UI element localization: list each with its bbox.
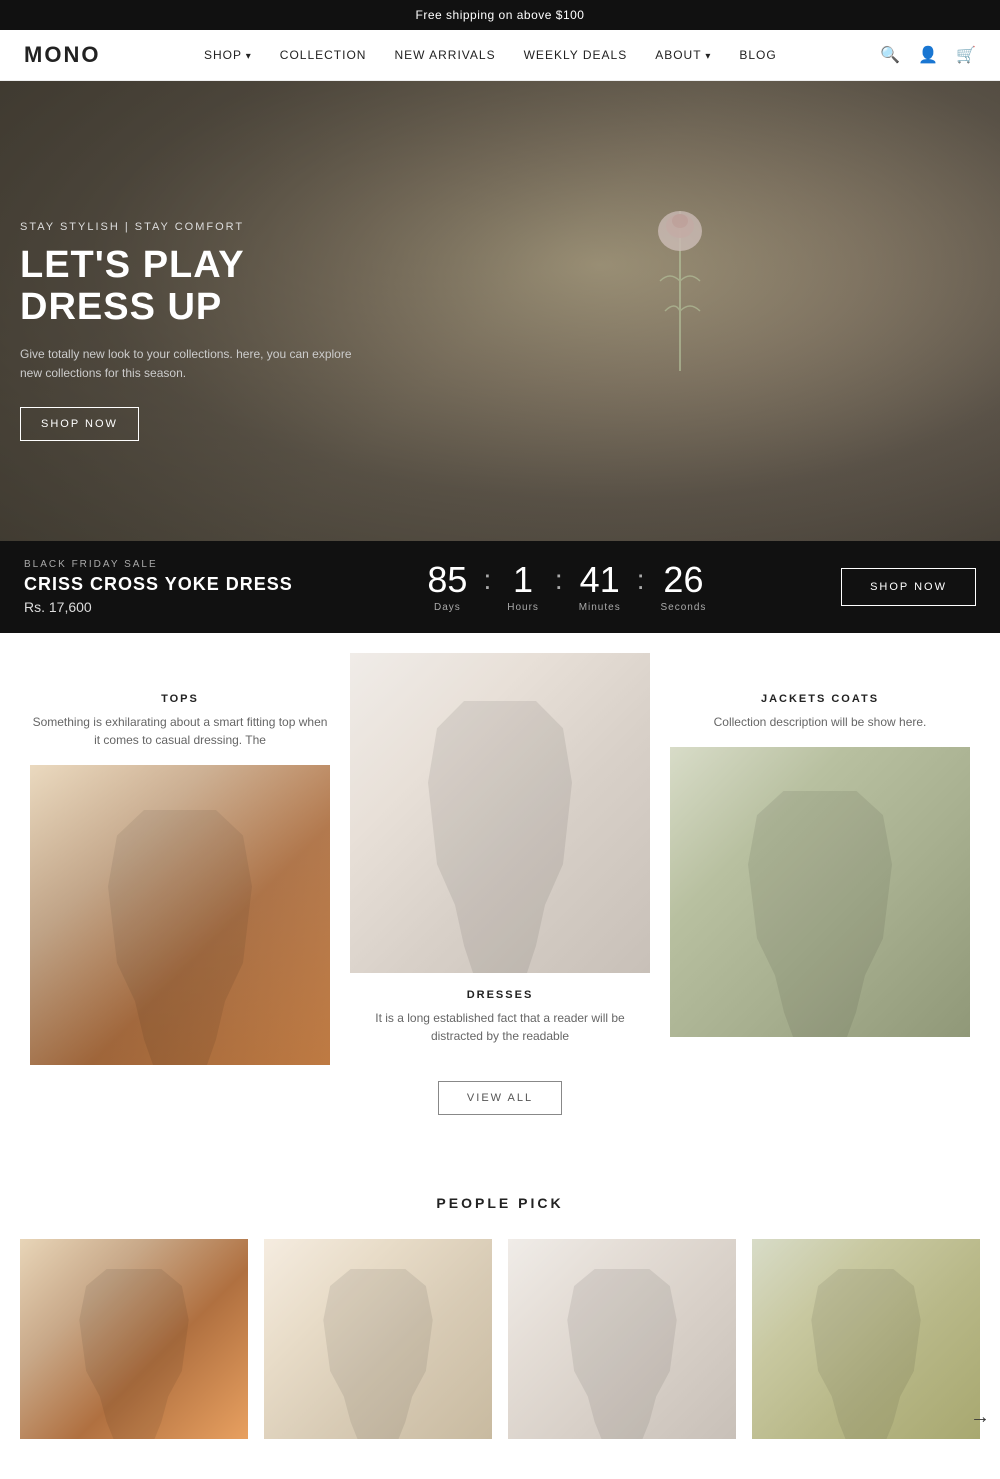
jackets-title: JACKETS COATS (670, 693, 970, 705)
nav-item-weekly-deals[interactable]: WEEKLY DEALS (524, 48, 628, 62)
nav-item-shop[interactable]: SHOP (204, 48, 252, 62)
cart-icon[interactable]: 🛒 (956, 45, 976, 65)
bf-countdown: 85 Days : 1 Hours : 41 Minutes : 26 Seco… (333, 562, 801, 613)
hero-section: STAY STYLISH | STAY COMFORT LET'S PLAY D… (0, 81, 1000, 541)
bf-colon-1: : (483, 564, 491, 596)
rose-decoration (640, 201, 720, 381)
pick-figure-3 (554, 1269, 691, 1439)
bf-shop-now-button[interactable]: SHOP NOW (841, 568, 976, 606)
pick-figure-4 (798, 1269, 935, 1439)
pick-image-4 (752, 1239, 980, 1439)
dresses-title: DRESSES (350, 989, 650, 1001)
nav-icons: 🔍 👤 🛒 (880, 45, 976, 65)
bf-seconds-value: 26 (660, 562, 706, 598)
black-friday-banner: BLACK FRIDAY SALE CRISS CROSS YOKE DRESS… (0, 541, 1000, 633)
bf-tag: BLACK FRIDAY SALE (24, 559, 293, 570)
hero-subtitle: STAY STYLISH | STAY COMFORT (20, 221, 360, 233)
bf-colon-2: : (555, 564, 563, 596)
collection-jackets: JACKETS COATS Collection description wil… (660, 693, 980, 1037)
announcement-bar: Free shipping on above $100 (0, 0, 1000, 30)
site-header: MONO SHOP COLLECTION NEW ARRIVALS WEEKLY… (0, 30, 1000, 81)
collections-section: TOPS Something is exhilarating about a s… (0, 633, 1000, 1155)
pick-image-3 (508, 1239, 736, 1439)
tops-title: TOPS (30, 693, 330, 705)
bf-minutes-value: 41 (579, 562, 621, 598)
bf-price: Rs. 17,600 (24, 599, 293, 615)
announcement-text: Free shipping on above $100 (416, 8, 585, 22)
dresses-figure (410, 701, 590, 973)
bf-days-value: 85 (427, 562, 467, 598)
hero-title: LET'S PLAY DRESS UP (20, 245, 360, 329)
nav-item-collection[interactable]: COLLECTION (280, 48, 367, 62)
hero-shop-now-button[interactable]: SHOP NOW (20, 407, 139, 441)
nav-item-new-arrivals[interactable]: NEW ARRIVALS (394, 48, 495, 62)
collection-tops: TOPS Something is exhilarating about a s… (20, 693, 340, 1065)
pick-image-1 (20, 1239, 248, 1439)
bf-hours-label: Hours (507, 602, 539, 613)
tops-figure (90, 810, 270, 1065)
nav-item-blog[interactable]: BLOG (739, 48, 776, 62)
collection-dresses: DRESSES It is a long established fact th… (340, 653, 660, 1115)
bf-days: 85 Days (427, 562, 467, 613)
pick-item-4[interactable] (752, 1239, 980, 1439)
bf-days-label: Days (427, 602, 467, 613)
hero-content: STAY STYLISH | STAY COMFORT LET'S PLAY D… (20, 221, 360, 441)
collections-grid: TOPS Something is exhilarating about a s… (20, 693, 980, 1115)
view-all-button[interactable]: VIEW ALL (438, 1081, 562, 1115)
bf-info: BLACK FRIDAY SALE CRISS CROSS YOKE DRESS… (24, 559, 293, 615)
nav-item-about[interactable]: ABOUT (655, 48, 711, 62)
carousel-next-arrow[interactable]: → (970, 1406, 990, 1429)
account-icon[interactable]: 👤 (918, 45, 938, 65)
bf-title: CRISS CROSS YOKE DRESS (24, 574, 293, 595)
pick-figure-1 (66, 1269, 203, 1439)
bf-minutes-label: Minutes (579, 602, 621, 613)
dresses-description: It is a long established fact that a rea… (350, 1009, 650, 1045)
pick-item-1[interactable] (20, 1239, 248, 1439)
bf-seconds: 26 Seconds (660, 562, 706, 613)
pick-item-3[interactable] (508, 1239, 736, 1439)
people-pick-title: PEOPLE PICK (20, 1195, 980, 1211)
search-icon[interactable]: 🔍 (880, 45, 900, 65)
bf-seconds-label: Seconds (660, 602, 706, 613)
pick-figure-2 (310, 1269, 447, 1439)
tops-image[interactable] (30, 765, 330, 1065)
tops-description: Something is exhilarating about a smart … (30, 713, 330, 749)
bf-minutes: 41 Minutes (579, 562, 621, 613)
jackets-description: Collection description will be show here… (670, 713, 970, 731)
people-pick-section: PEOPLE PICK → (0, 1155, 1000, 1479)
bf-hours-value: 1 (507, 562, 539, 598)
jackets-figure (730, 791, 910, 1038)
pick-image-2 (264, 1239, 492, 1439)
main-nav: SHOP COLLECTION NEW ARRIVALS WEEKLY DEAL… (204, 48, 777, 62)
people-pick-grid: → (20, 1239, 980, 1439)
bf-colon-3: : (637, 564, 645, 596)
hero-description: Give totally new look to your collection… (20, 345, 360, 383)
pick-item-2[interactable] (264, 1239, 492, 1439)
dresses-image[interactable] (350, 653, 650, 973)
jackets-image[interactable] (670, 747, 970, 1037)
logo[interactable]: MONO (24, 42, 100, 68)
bf-hours: 1 Hours (507, 562, 539, 613)
